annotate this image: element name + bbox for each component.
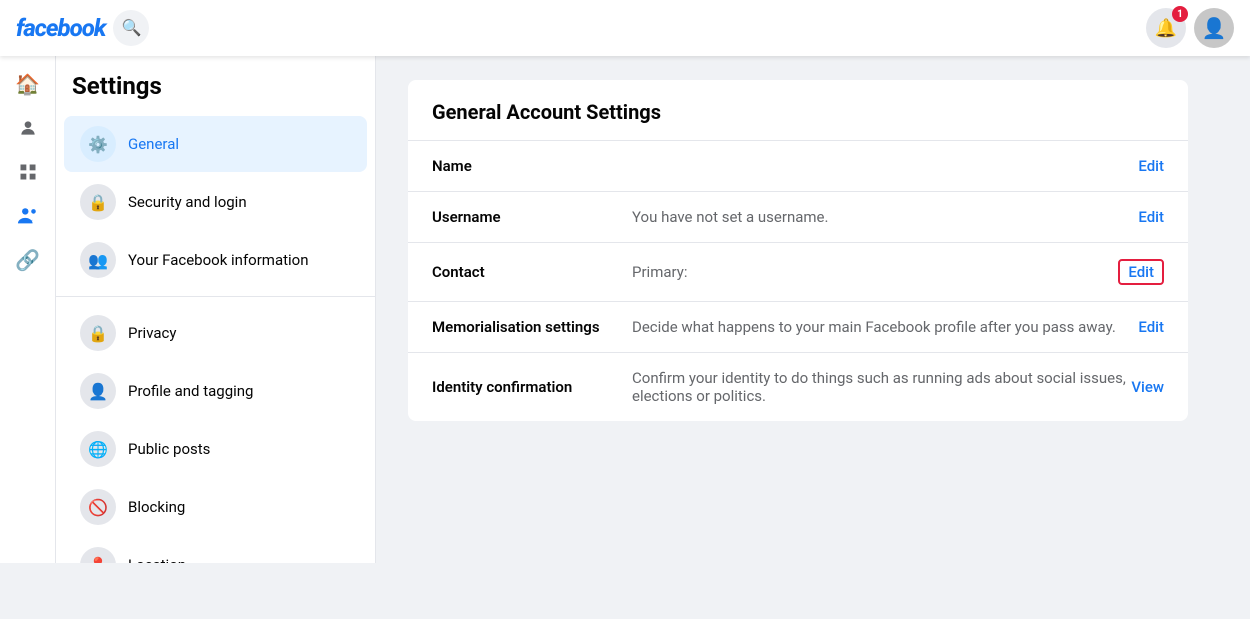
sidebar-icon-friends[interactable] bbox=[8, 196, 48, 236]
bell-icon: 🔔 bbox=[1155, 18, 1177, 39]
topnav: facebook 🔍 🔔 1 👤 bbox=[0, 0, 1250, 56]
privacy-icon: 🔒 bbox=[80, 315, 116, 351]
sidebar-icon-grid[interactable] bbox=[8, 152, 48, 192]
contact-edit-button[interactable]: Edit bbox=[1118, 259, 1164, 285]
nav-item-public-posts[interactable]: 🌐 Public posts bbox=[64, 421, 367, 477]
nav-item-security[interactable]: 🔒 Security and login bbox=[64, 174, 367, 230]
notification-badge: 1 bbox=[1172, 6, 1188, 22]
nav-label-location: Location bbox=[128, 556, 186, 563]
main-content: General Account Settings Name Edit Usern… bbox=[376, 56, 1250, 563]
identity-label: Identity confirmation bbox=[432, 378, 632, 396]
contact-label: Contact bbox=[432, 263, 632, 281]
identity-value: Confirm your identity to do things such … bbox=[632, 369, 1131, 405]
username-row: Username You have not set a username. Ed… bbox=[408, 192, 1188, 243]
username-label: Username bbox=[432, 208, 632, 226]
search-icon: 🔍 bbox=[121, 18, 141, 38]
topnav-left: facebook 🔍 bbox=[16, 10, 149, 46]
contact-value: Primary: bbox=[632, 263, 1118, 281]
nav-label-security: Security and login bbox=[128, 193, 247, 211]
nav-label-public-posts: Public posts bbox=[128, 440, 210, 458]
identity-row: Identity confirmation Confirm your ident… bbox=[408, 353, 1188, 421]
name-edit-button[interactable]: Edit bbox=[1138, 157, 1164, 175]
sidebar-icon-profile[interactable] bbox=[8, 108, 48, 148]
memorialisation-edit-button[interactable]: Edit bbox=[1138, 318, 1164, 336]
search-button[interactable]: 🔍 bbox=[113, 10, 149, 46]
nav-label-general: General bbox=[128, 135, 179, 153]
page-title: General Account Settings bbox=[408, 80, 1188, 141]
nav-item-facebook-info[interactable]: 👥 Your Facebook information bbox=[64, 232, 367, 288]
content-card: General Account Settings Name Edit Usern… bbox=[408, 80, 1188, 421]
topnav-right: 🔔 1 👤 bbox=[1146, 8, 1234, 48]
nav-item-general[interactable]: ⚙️ General bbox=[64, 116, 367, 172]
nav-item-blocking[interactable]: 🚫 Blocking bbox=[64, 479, 367, 535]
nav-item-profile-tagging[interactable]: 👤 Profile and tagging bbox=[64, 363, 367, 419]
name-row: Name Edit bbox=[408, 141, 1188, 192]
location-icon: 📍 bbox=[80, 547, 116, 563]
username-value: You have not set a username. bbox=[632, 208, 1138, 226]
account-menu-button[interactable]: 👤 bbox=[1194, 8, 1234, 48]
contact-row: Contact Primary: Edit bbox=[408, 243, 1188, 302]
identity-view-button[interactable]: View bbox=[1131, 378, 1164, 396]
public-posts-icon: 🌐 bbox=[80, 431, 116, 467]
nav-item-location[interactable]: 📍 Location bbox=[64, 537, 367, 563]
general-icon: ⚙️ bbox=[80, 126, 116, 162]
nav-label-blocking: Blocking bbox=[128, 498, 185, 516]
user-avatar-icon: 👤 bbox=[1202, 16, 1227, 40]
divider-1 bbox=[56, 296, 375, 297]
profile-tagging-icon: 👤 bbox=[80, 373, 116, 409]
nav-label-facebook-info: Your Facebook information bbox=[128, 251, 309, 269]
icon-sidebar: 🏠 🔗 bbox=[0, 56, 56, 563]
settings-sidebar: Settings ⚙️ General 🔒 Security and login… bbox=[56, 56, 376, 563]
nav-item-privacy[interactable]: 🔒 Privacy bbox=[64, 305, 367, 361]
notifications-button[interactable]: 🔔 1 bbox=[1146, 8, 1186, 48]
blocking-icon: 🚫 bbox=[80, 489, 116, 525]
memorialisation-row: Memorialisation settings Decide what hap… bbox=[408, 302, 1188, 353]
nav-label-privacy: Privacy bbox=[128, 324, 176, 342]
main-layout: 🏠 🔗 Settings ⚙️ General 🔒 Security and l… bbox=[0, 56, 1250, 563]
name-label: Name bbox=[432, 157, 632, 175]
memorialisation-label: Memorialisation settings bbox=[432, 318, 632, 336]
memorialisation-value: Decide what happens to your main Faceboo… bbox=[632, 318, 1138, 336]
security-icon: 🔒 bbox=[80, 184, 116, 220]
sidebar-icon-home[interactable]: 🏠 bbox=[8, 64, 48, 104]
facebook-info-icon: 👥 bbox=[80, 242, 116, 278]
nav-label-profile-tagging: Profile and tagging bbox=[128, 382, 253, 400]
username-edit-button[interactable]: Edit bbox=[1138, 208, 1164, 226]
settings-title: Settings bbox=[56, 72, 375, 116]
sidebar-icon-link[interactable]: 🔗 bbox=[8, 240, 48, 280]
facebook-logo[interactable]: facebook bbox=[16, 14, 105, 42]
